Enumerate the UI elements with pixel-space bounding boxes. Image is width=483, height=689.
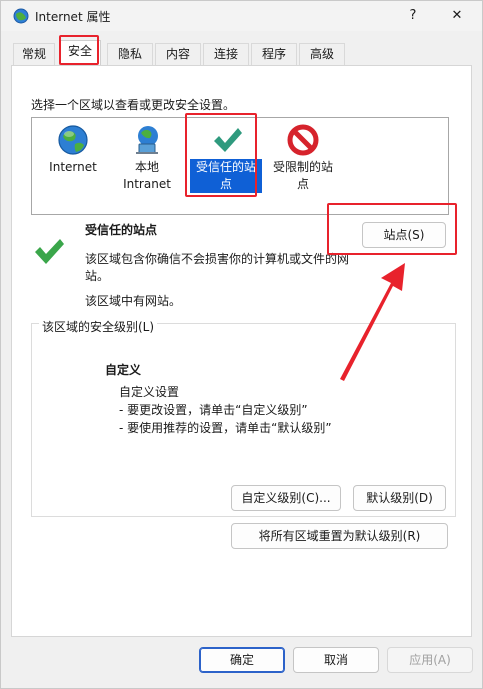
zone-local-intranet[interactable]: 本地 Intranet: [108, 118, 186, 214]
level-line: - 要更改设置，请单击“自定义级别”: [119, 403, 308, 417]
internet-options-dialog: Internet 属性 ? ✕ 常规 安全 隐私 内容 连接 程序 高级 选择一…: [0, 0, 483, 689]
tab-content[interactable]: 内容: [155, 43, 201, 65]
security-level-label: 该区域的安全级别(L): [39, 318, 158, 335]
zone-list: Internet 本地 Intranet 受信任的站 点 受限制的站 点: [31, 117, 449, 215]
level-line: 自定义设置: [119, 385, 180, 399]
internet-options-icon: [13, 8, 29, 24]
security-level-name: 自定义: [105, 363, 142, 377]
selected-zone-description: 该区域包含你确信不会损害你的计算机或文件的网站。: [85, 252, 350, 283]
title-bar: Internet 属性 ? ✕: [1, 1, 482, 31]
intranet-icon: [136, 126, 158, 154]
globe-icon: [58, 125, 88, 155]
zone-label: Internet: [49, 160, 97, 174]
checkmark-icon: [214, 128, 242, 152]
sites-button[interactable]: 站点(S): [362, 222, 446, 248]
tab-general[interactable]: 常规: [13, 43, 55, 65]
tab-privacy[interactable]: 隐私: [107, 43, 153, 65]
tab-security[interactable]: 安全: [59, 40, 101, 66]
tab-connections[interactable]: 连接: [203, 43, 249, 65]
zone-trusted-sites[interactable]: 受信任的站 点: [188, 118, 266, 214]
trusted-checkmark-icon: [35, 239, 64, 264]
selected-zone-title: 受信任的站点: [85, 223, 158, 237]
level-line: - 要使用推荐的设置，请单击“默认级别”: [119, 421, 332, 435]
zone-label: 受信任的站 点: [190, 159, 262, 193]
cancel-button[interactable]: 取消: [293, 647, 379, 673]
zone-instruction: 选择一个区域以查看或更改安全设置。: [31, 98, 236, 112]
ok-button[interactable]: 确定: [199, 647, 285, 673]
reset-all-zones-button[interactable]: 将所有区域重置为默认级别(R): [231, 523, 448, 549]
default-level-button[interactable]: 默认级别(D): [353, 485, 446, 511]
window-title: Internet 属性: [35, 10, 111, 24]
tab-advanced[interactable]: 高级: [299, 43, 345, 65]
selected-zone-note: 该区域中有网站。: [85, 294, 182, 308]
apply-button[interactable]: 应用(A): [387, 647, 473, 673]
zone-label: 受限制的站 点: [272, 160, 333, 191]
close-button[interactable]: ✕: [447, 6, 467, 26]
restricted-icon: [287, 124, 319, 156]
help-button[interactable]: ?: [403, 6, 423, 26]
zone-label: 本地 Intranet: [123, 160, 171, 191]
zone-restricted-sites[interactable]: 受限制的站 点: [264, 118, 342, 214]
custom-level-button[interactable]: 自定义级别(C)...: [231, 485, 341, 511]
security-level-description: 自定义设置 - 要更改设置，请单击“自定义级别” - 要使用推荐的设置，请单击“…: [119, 383, 332, 437]
tab-programs[interactable]: 程序: [251, 43, 297, 65]
zone-internet[interactable]: Internet: [34, 118, 112, 214]
